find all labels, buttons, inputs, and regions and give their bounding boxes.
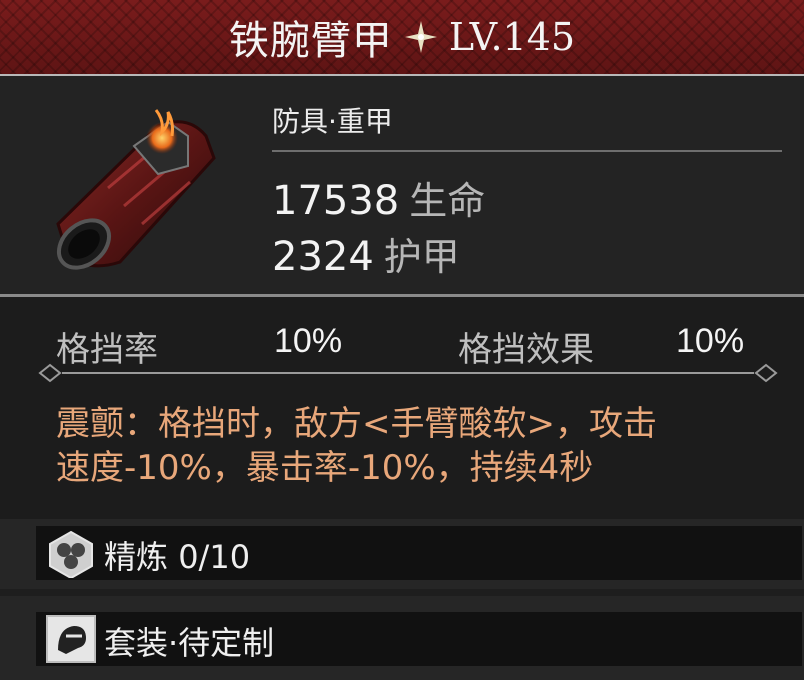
effect-line-2: 速度-10%，暴击率-10%，持续4秒 — [56, 448, 594, 488]
item-name: 铁腕臂甲 — [228, 18, 393, 64]
stat-health: 17538 生命 — [272, 170, 485, 225]
item-category: 防具·重甲 — [272, 105, 393, 138]
refine-text: 精炼 0/10 — [104, 532, 250, 578]
gauntlet-armor-icon — [56, 109, 216, 270]
stat-health-unit: 生命 — [409, 179, 486, 223]
substat-block-effect-value: 10% — [676, 322, 745, 360]
set-armor-icon — [46, 615, 96, 663]
refine-label: 精炼 — [104, 538, 169, 576]
set-label: 套装·待定制 — [104, 624, 275, 662]
ornament-divider — [38, 363, 778, 383]
refine-row[interactable]: 精炼 0/10 — [36, 526, 802, 580]
item-title-bar: 铁腕臂甲 LV.145 — [0, 0, 804, 76]
stat-armor-unit: 护甲 — [383, 235, 460, 279]
effect-line-1: 震颤：格挡时，敌方<手臂酸软>，攻击 — [56, 404, 657, 444]
substat-block-rate-value: 10% — [274, 322, 343, 360]
refine-value: 0/10 — [178, 538, 251, 576]
special-effect-text: 震颤：格挡时，敌方<手臂酸软>，攻击 速度-10%，暴击率-10%，持续4秒 — [56, 402, 776, 490]
sparkle-star-icon — [404, 21, 437, 53]
category-divider — [272, 150, 782, 152]
refine-hexagon-icon — [49, 530, 93, 578]
item-level: LV.145 — [448, 15, 576, 59]
set-row[interactable]: 套装·待定制 — [36, 612, 802, 666]
stat-armor: 2324 护甲 — [272, 226, 460, 281]
stat-armor-value: 2324 — [272, 234, 374, 280]
stat-health-value: 17538 — [272, 178, 400, 224]
